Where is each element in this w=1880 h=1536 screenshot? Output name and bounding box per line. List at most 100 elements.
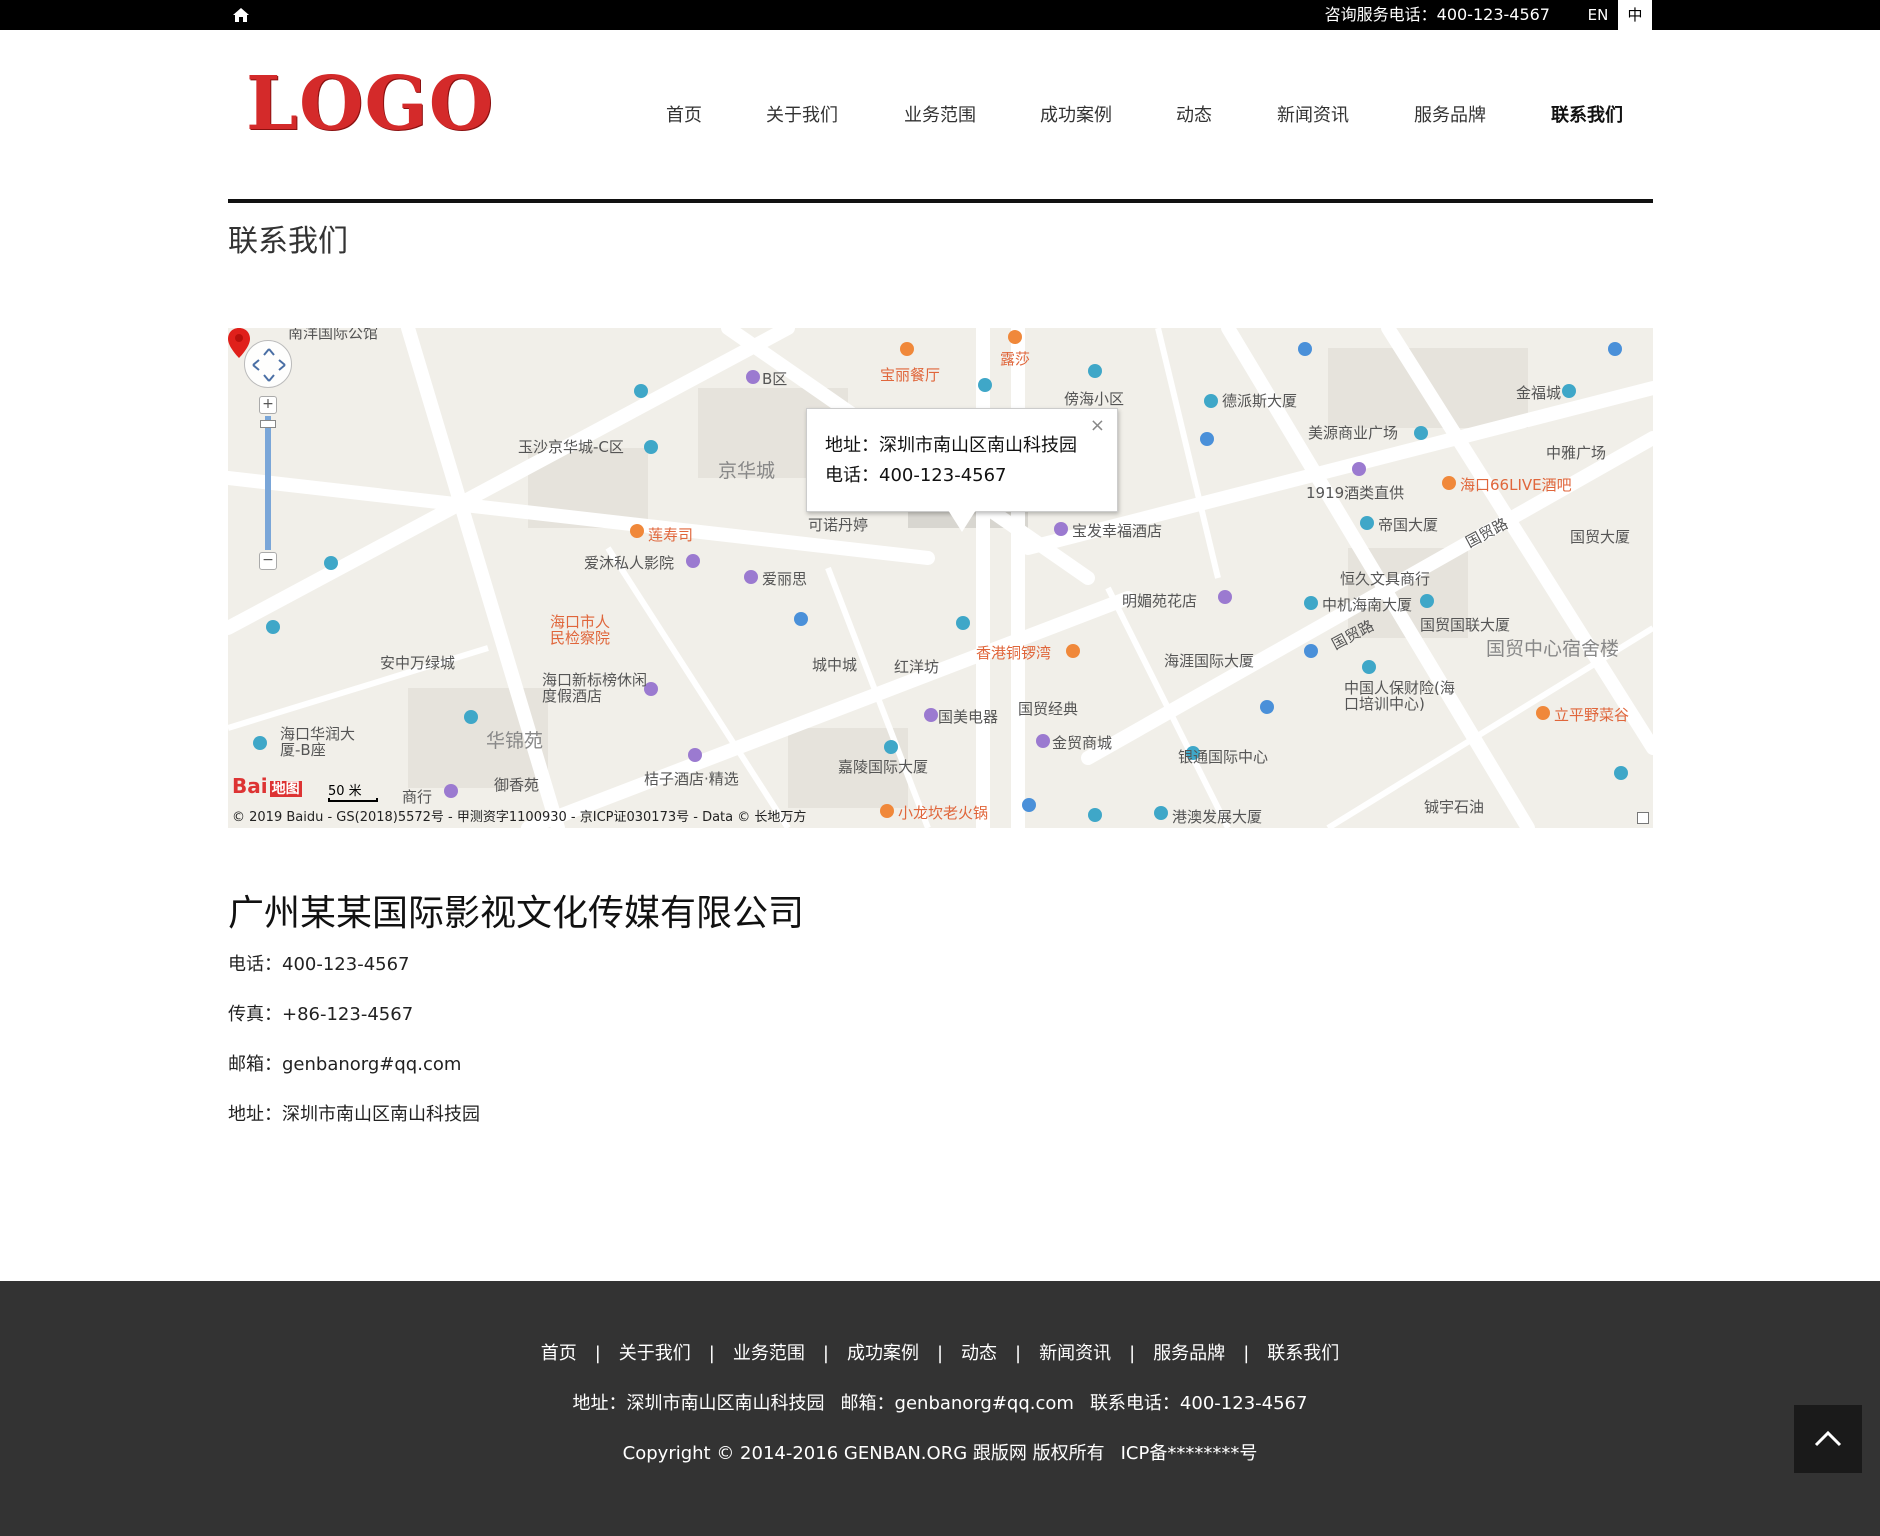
- parking-icon[interactable]: [1200, 432, 1214, 446]
- poi-marker[interactable]: [688, 748, 702, 762]
- map-label: 爱沐私人影院: [584, 554, 675, 572]
- contact-fax: 传真：+86-123-4567: [228, 1004, 414, 1025]
- footer-separator: |: [822, 1343, 829, 1364]
- page-title: 联系我们: [228, 224, 348, 259]
- parking-icon[interactable]: [1022, 798, 1036, 812]
- nav-item-home[interactable]: 首页: [666, 96, 702, 136]
- home-icon[interactable]: [232, 7, 250, 23]
- map-label: 爱丽思: [762, 570, 808, 588]
- map-roads: [228, 328, 1653, 828]
- map-label: 国贸国联大厦: [1420, 616, 1511, 634]
- zoom-in-button[interactable]: +: [259, 396, 277, 414]
- poi-marker[interactable]: [1088, 364, 1102, 378]
- lang-zh-button[interactable]: 中: [1618, 0, 1652, 30]
- poi-marker[interactable]: [1442, 476, 1456, 490]
- footer-icp[interactable]: ICP备********号: [1121, 1443, 1258, 1464]
- info-address: 地址：深圳市南山区南山科技园: [825, 435, 1077, 456]
- footer-link-dynamic[interactable]: 动态: [961, 1339, 997, 1365]
- poi-marker[interactable]: [644, 440, 658, 454]
- poi-marker[interactable]: [1562, 384, 1576, 398]
- poi-marker[interactable]: [464, 710, 478, 724]
- contact-address: 地址：深圳市南山区南山科技园: [228, 1104, 480, 1125]
- footer-link-about[interactable]: 关于我们: [619, 1339, 691, 1365]
- map-pan-control[interactable]: [244, 340, 292, 388]
- poi-marker[interactable]: [1008, 330, 1022, 344]
- footer-link-brands[interactable]: 服务品牌: [1153, 1339, 1225, 1365]
- nav-item-news[interactable]: 新闻资讯: [1277, 96, 1349, 136]
- nav-item-brands[interactable]: 服务品牌: [1414, 96, 1486, 136]
- poi-marker[interactable]: [630, 524, 644, 538]
- map-label: B区: [762, 370, 788, 388]
- zoom-out-button[interactable]: −: [259, 552, 277, 570]
- footer-link-cases[interactable]: 成功案例: [847, 1339, 919, 1365]
- poi-marker[interactable]: [1362, 660, 1376, 674]
- poi-marker[interactable]: [884, 740, 898, 754]
- poi-marker[interactable]: [746, 370, 760, 384]
- footer-link-business[interactable]: 业务范围: [733, 1339, 805, 1365]
- nav-item-business[interactable]: 业务范围: [904, 96, 976, 136]
- poi-marker[interactable]: [900, 342, 914, 356]
- baidu-logo[interactable]: Bai 地图: [232, 774, 302, 798]
- map-label: 铖宇石油: [1424, 798, 1485, 816]
- poi-marker[interactable]: [1352, 462, 1366, 476]
- title-divider: [228, 199, 1653, 203]
- poi-marker[interactable]: [1614, 766, 1628, 780]
- poi-marker[interactable]: [1536, 706, 1550, 720]
- map-label: 美源商业广场: [1308, 424, 1399, 442]
- footer-link-contact[interactable]: 联系我们: [1267, 1339, 1339, 1365]
- zoom-slider-track[interactable]: [265, 416, 271, 550]
- map-label: 国美电器: [938, 708, 999, 726]
- zoom-slider-handle[interactable]: [260, 420, 276, 428]
- poi-marker[interactable]: [880, 804, 894, 818]
- poi-marker[interactable]: [266, 620, 280, 634]
- footer-link-news[interactable]: 新闻资讯: [1039, 1339, 1111, 1365]
- poi-marker[interactable]: [744, 570, 758, 584]
- poi-marker[interactable]: [1036, 734, 1050, 748]
- poi-marker[interactable]: [1088, 808, 1102, 822]
- back-to-top-button[interactable]: [1794, 1405, 1862, 1473]
- location-pin-icon[interactable]: [228, 328, 250, 358]
- poi-marker[interactable]: [1218, 590, 1232, 604]
- map-label: 金福城: [1516, 384, 1562, 402]
- company-name: 广州某某国际影视文化传媒有限公司: [228, 893, 805, 934]
- map-label: 嘉陵国际大厦: [838, 758, 929, 776]
- poi-marker[interactable]: [1414, 426, 1428, 440]
- poi-marker[interactable]: [1420, 594, 1434, 608]
- poi-marker[interactable]: [1054, 522, 1068, 536]
- close-icon[interactable]: ×: [1090, 415, 1105, 436]
- poi-marker[interactable]: [324, 556, 338, 570]
- poi-marker[interactable]: [978, 378, 992, 392]
- parking-icon[interactable]: [1304, 644, 1318, 658]
- poi-marker[interactable]: [1204, 394, 1218, 408]
- poi-marker[interactable]: [1304, 596, 1318, 610]
- map-label: 露莎: [1000, 350, 1031, 368]
- footer-link-home[interactable]: 首页: [541, 1339, 577, 1365]
- map-label: 1919酒类直供: [1306, 484, 1405, 502]
- expand-icon[interactable]: [1637, 812, 1649, 824]
- poi-marker[interactable]: [444, 784, 458, 798]
- main-nav: 首页 关于我们 业务范围 成功案例 动态 新闻资讯 服务品牌 联系我们: [0, 96, 1880, 136]
- nav-item-news-dynamic[interactable]: 动态: [1176, 96, 1212, 136]
- poi-marker[interactable]: [686, 554, 700, 568]
- parking-icon[interactable]: [1608, 342, 1622, 356]
- poi-marker[interactable]: [253, 736, 267, 750]
- parking-icon[interactable]: [1298, 342, 1312, 356]
- map-label: 莲寿司: [648, 526, 694, 544]
- poi-marker[interactable]: [634, 384, 648, 398]
- nav-item-contact[interactable]: 联系我们: [1551, 96, 1623, 136]
- poi-marker[interactable]: [1360, 516, 1374, 530]
- footer-phone: 联系电话：400-123-4567: [1089, 1393, 1308, 1414]
- baidu-map[interactable]: 南洋国际公馆 B区 宝丽餐厅 露莎 傍海小区 德派斯大厦 金福城 美源商业广场 …: [228, 328, 1653, 828]
- poi-marker[interactable]: [1066, 644, 1080, 658]
- parking-icon[interactable]: [1260, 700, 1274, 714]
- poi-marker[interactable]: [924, 708, 938, 722]
- lang-en-button[interactable]: EN: [1580, 0, 1616, 30]
- nav-item-about[interactable]: 关于我们: [766, 96, 838, 136]
- poi-marker[interactable]: [956, 616, 970, 630]
- map-label: 恒久文具商行: [1340, 570, 1431, 588]
- poi-marker[interactable]: [1154, 806, 1168, 820]
- parking-icon[interactable]: [794, 612, 808, 626]
- map-label: 红洋坊: [894, 658, 940, 676]
- nav-item-cases[interactable]: 成功案例: [1040, 96, 1112, 136]
- footer-contact-line: 地址：深圳市南山区南山科技园 邮箱：genbanorg#qq.com 联系电话：40…: [0, 1389, 1880, 1415]
